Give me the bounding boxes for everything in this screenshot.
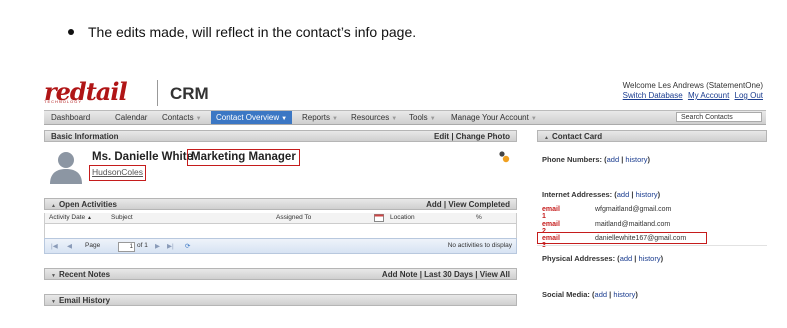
- card-divider: [537, 245, 767, 246]
- phone-history-link[interactable]: history: [625, 155, 647, 164]
- chevron-down-icon: ▼: [530, 116, 537, 122]
- physical-addresses-row: Physical Addresses: (add | history): [542, 254, 664, 263]
- company-link[interactable]: HudsonColes: [92, 167, 143, 177]
- main-navbar: Dashboard Calendar Contacts ▼ Contact Ove…: [44, 110, 766, 125]
- phone-numbers-label: Phone Numbers:: [542, 155, 603, 164]
- nav-tools[interactable]: Tools ▼: [409, 111, 436, 124]
- col-percent[interactable]: %: [476, 213, 482, 223]
- email-3-key: email 3: [542, 235, 560, 249]
- nav-contact-overview-label: Contact Overview: [216, 113, 280, 122]
- next-page-icon[interactable]: ▶: [155, 242, 160, 250]
- physical-add-link[interactable]: add: [620, 254, 633, 263]
- email-1-key: email 1: [542, 206, 560, 220]
- expand-icon[interactable]: ▼: [51, 273, 56, 279]
- phone-add-link[interactable]: add: [607, 155, 620, 164]
- nav-contacts[interactable]: Contacts ▼: [162, 111, 202, 124]
- nav-tools-label: Tools: [409, 113, 428, 122]
- nav-manage-account[interactable]: Manage Your Account ▼: [451, 111, 537, 124]
- physical-addresses-label: Physical Addresses:: [542, 254, 616, 263]
- basic-info-title: Basic Information: [51, 132, 119, 141]
- open-activities-title: Open Activities: [58, 200, 117, 209]
- page-number-input[interactable]: 1: [118, 242, 135, 252]
- social-media-row: Social Media: (add | history): [542, 290, 638, 299]
- recent-notes-actions[interactable]: Add Note | Last 30 Days | View All: [382, 269, 510, 281]
- nav-resources-label: Resources: [351, 113, 390, 122]
- col-activity-date-label: Activity Date: [49, 214, 86, 221]
- internet-addresses-label: Internet Addresses:: [542, 190, 613, 199]
- nav-reports-label: Reports: [302, 113, 331, 122]
- email-history-title: Email History: [58, 296, 111, 305]
- switch-database-link[interactable]: Switch Database: [623, 91, 683, 100]
- chevron-down-icon: ▼: [195, 116, 202, 122]
- page-of-label: of 1: [137, 242, 148, 249]
- page-label: Page: [85, 242, 101, 249]
- logo-separator: [157, 80, 158, 106]
- contact-name: Ms. Danielle White: [92, 151, 193, 163]
- product-name: CRM: [170, 84, 209, 103]
- activities-pager: |◀ ◀ Page 1 of 1 ▶ ▶| ⟳ No activities to…: [44, 238, 517, 254]
- chevron-down-icon: ▼: [281, 116, 288, 122]
- recent-notes-header: ▼ Recent Notes Add Note | Last 30 Days | …: [44, 268, 517, 280]
- chevron-down-icon: ▼: [429, 116, 436, 122]
- email-3-value[interactable]: daniellewhite167@gmail.com: [595, 235, 686, 242]
- contact-company[interactable]: HudsonColes: [89, 165, 147, 181]
- col-activity-date[interactable]: Activity Date ▲: [49, 213, 92, 223]
- social-history-link[interactable]: history: [613, 290, 635, 299]
- search-contacts-input[interactable]: Search Contacts: [676, 112, 762, 122]
- col-location[interactable]: Location: [390, 213, 415, 223]
- contact-card-title: Contact Card: [551, 132, 603, 141]
- collapse-icon[interactable]: ▲: [51, 203, 56, 209]
- contact-title: Marketing Manager: [187, 149, 300, 166]
- last-page-icon[interactable]: ▶|: [167, 242, 174, 250]
- social-add-link[interactable]: add: [595, 290, 608, 299]
- user-avatar-icon: [50, 152, 82, 184]
- account-links: Welcome Les Andrews (StatementOne) Switc…: [620, 81, 763, 101]
- email-history-header: ▼ Email History: [44, 294, 517, 306]
- nav-reports[interactable]: Reports ▼: [302, 111, 338, 124]
- logout-link[interactable]: Log Out: [735, 91, 763, 100]
- welcome-text: Welcome Les Andrews (StatementOne): [622, 81, 763, 90]
- nav-contacts-label: Contacts: [162, 113, 194, 122]
- nav-calendar[interactable]: Calendar: [115, 111, 147, 124]
- nav-manage-account-label: Manage Your Account: [451, 113, 529, 122]
- col-subject[interactable]: Subject: [111, 213, 133, 223]
- activities-table-header: Activity Date ▲ Subject Assigned To Loca…: [44, 213, 517, 224]
- open-activities-actions[interactable]: Add | View Completed: [426, 199, 510, 211]
- bullet-icon: [68, 29, 74, 35]
- collapse-icon[interactable]: ▲: [544, 135, 549, 141]
- expand-icon[interactable]: ▼: [51, 299, 56, 305]
- contact-card-header: ▲ Contact Card: [537, 130, 767, 142]
- basic-info-actions[interactable]: Edit | Change Photo: [434, 131, 510, 143]
- sort-icon: ▲: [86, 215, 92, 221]
- basic-info-header: Basic Information Edit | Change Photo: [44, 130, 517, 142]
- internet-addresses-row: Internet Addresses: (add | history): [542, 190, 661, 199]
- nav-resources[interactable]: Resources ▼: [351, 111, 397, 124]
- logo-subtext: TECHNOLOGY: [44, 99, 83, 104]
- col-assigned-to[interactable]: Assigned To: [276, 213, 311, 223]
- chevron-down-icon: ▼: [391, 116, 398, 122]
- email-1-value[interactable]: wfgmaitland@gmail.com: [595, 206, 671, 213]
- prev-page-icon[interactable]: ◀: [67, 242, 72, 250]
- recent-notes-title: Recent Notes: [58, 270, 111, 279]
- first-page-icon[interactable]: |◀: [51, 242, 58, 250]
- internet-history-link[interactable]: history: [636, 190, 658, 199]
- refresh-icon[interactable]: ⟳: [185, 242, 190, 250]
- open-activities-header: ▲ Open Activities Add | View Completed: [44, 198, 517, 210]
- chevron-down-icon: ▼: [332, 116, 338, 122]
- my-account-link[interactable]: My Account: [688, 91, 729, 100]
- physical-history-link[interactable]: history: [638, 254, 660, 263]
- activities-table-body: [44, 224, 517, 239]
- instruction-bullet: The edits made, will reflect in the cont…: [68, 24, 416, 40]
- instruction-text: The edits made, will reflect in the cont…: [88, 24, 417, 40]
- social-media-label: Social Media:: [542, 290, 590, 299]
- phone-numbers-row: Phone Numbers: (add | history): [542, 155, 650, 164]
- email-2-value[interactable]: maitland@maitland.com: [595, 221, 670, 228]
- organization-icon[interactable]: [498, 151, 510, 163]
- internet-add-link[interactable]: add: [617, 190, 630, 199]
- nav-dashboard[interactable]: Dashboard: [51, 111, 90, 124]
- pager-status: No activities to display: [447, 242, 512, 249]
- nav-contact-overview[interactable]: Contact Overview ▼: [211, 111, 293, 124]
